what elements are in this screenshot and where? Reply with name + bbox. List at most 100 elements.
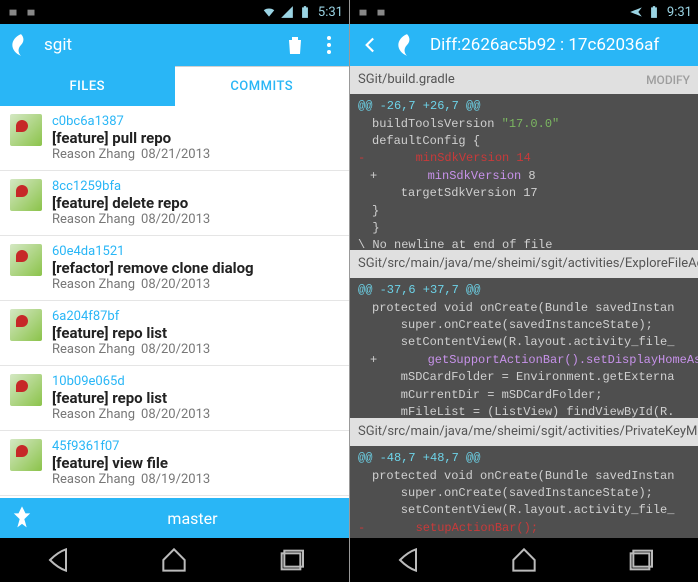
file-header[interactable]: SGit/src/main/java/me/sheimi/sgit/activi… — [350, 418, 698, 446]
signal-icon — [280, 5, 294, 19]
status-time: 5:31 — [318, 5, 343, 20]
avatar — [10, 114, 42, 146]
home-button[interactable] — [508, 544, 540, 576]
status-bar: 9:31 — [350, 0, 698, 24]
file-path: SGit/src/main/java/me/sheimi/sgit/activi… — [358, 424, 698, 440]
pin-icon[interactable] — [8, 504, 36, 532]
file-path: SGit/build.gradle — [358, 72, 646, 88]
diff-line: mSDCardFolder = Environment.getExterna — [350, 369, 698, 386]
diff-line: setContentView(R.layout.activity_file_ — [350, 502, 698, 519]
battery-icon — [298, 5, 312, 19]
status-bar: 5:31 — [0, 0, 349, 24]
battery-icon — [647, 5, 661, 19]
commit-meta: Reason Zhang08/20/2013 — [52, 407, 339, 422]
android-icon — [374, 5, 388, 19]
diff-line: } — [350, 220, 698, 237]
diff-line: defaultConfig { — [350, 133, 698, 150]
diff-line: protected void onCreate(Bundle savedInst… — [350, 300, 698, 317]
diff-line: \ No newline at end of file — [350, 237, 698, 250]
diff-screen: 9:31 Diff:2626ac5b92 : 17c62036af SGit/b… — [349, 0, 698, 582]
file-header[interactable]: SGit/build.gradleMODIFY — [350, 66, 698, 94]
nav-bar — [350, 538, 698, 582]
diff-line: protected void onCreate(Bundle savedInst… — [350, 468, 698, 485]
commit-hash: c0bc6a1387 — [52, 114, 339, 129]
diff-line: + getSupportActionBar().setDisplayHomeAs — [350, 352, 698, 369]
recents-button[interactable] — [275, 544, 307, 576]
diff-line: + minSdkVersion 8 — [350, 168, 698, 185]
diff-line: mCurrentDir = mSDCardFolder; — [350, 387, 698, 404]
hunk-header: @@ -48,7 +48,7 @@ — [350, 450, 698, 467]
commit-meta: Reason Zhang08/21/2013 — [52, 147, 339, 162]
commit-list[interactable]: c0bc6a1387[feature] pull repoReason Zhan… — [0, 106, 349, 498]
app-logo-icon[interactable] — [8, 32, 34, 58]
diff-line: mFileList = (ListView) findViewById(R. — [350, 404, 698, 418]
file-path: SGit/src/main/java/me/sheimi/sgit/activi… — [358, 256, 698, 272]
commit-hash: 8cc1259bfa — [52, 179, 339, 194]
diff-line: buildToolsVersion "17.0.0" — [350, 116, 698, 133]
diff-line: super.onCreate(savedInstanceState); — [350, 485, 698, 502]
diff-title: Diff:2626ac5b92 : 17c62036af — [430, 35, 690, 55]
avatar — [10, 309, 42, 341]
android-icon — [6, 5, 20, 19]
hunk-header: @@ -37,6 +37,7 @@ — [350, 282, 698, 299]
app-bar: sgit — [0, 24, 349, 66]
branch-name[interactable]: master — [36, 509, 349, 528]
diff-body: @@ -48,7 +48,7 @@protected void onCreate… — [350, 446, 698, 538]
commit-row[interactable]: 6a204f87bf[feature] repo listReason Zhan… — [0, 301, 349, 366]
tab-files[interactable]: FILES — [0, 66, 175, 106]
commit-hash: 45f9361f07 — [52, 439, 339, 454]
nav-bar — [0, 538, 349, 582]
commit-message: [feature] repo list — [52, 324, 339, 342]
android-icon — [356, 5, 370, 19]
status-time: 9:31 — [667, 5, 692, 20]
commit-message: [feature] pull repo — [52, 129, 339, 147]
diff-body: @@ -37,6 +37,7 @@protected void onCreate… — [350, 278, 698, 418]
commit-hash: 6a204f87bf — [52, 309, 339, 324]
avatar — [10, 244, 42, 276]
tab-commits[interactable]: COMMITS — [175, 66, 350, 106]
commit-row[interactable]: 8cc1259bfa[feature] delete repoReason Zh… — [0, 171, 349, 236]
commit-message: [refactor] remove clone dialog — [52, 259, 339, 277]
branch-bar: master — [0, 498, 349, 538]
tabs: FILES COMMITS — [0, 66, 349, 106]
app-logo-icon — [394, 32, 420, 58]
change-type: MODIFY — [646, 73, 690, 87]
commit-hash: 60e4da1521 — [52, 244, 339, 259]
diff-body: @@ -26,7 +26,7 @@buildToolsVersion "17.0… — [350, 94, 698, 250]
commit-row[interactable]: 60e4da1521[refactor] remove clone dialog… — [0, 236, 349, 301]
commit-row[interactable]: c0bc6a1387[feature] pull repoReason Zhan… — [0, 106, 349, 171]
commit-row[interactable]: 10b09e065d[feature] repo listReason Zhan… — [0, 366, 349, 431]
wifi-icon — [262, 5, 276, 19]
back-button[interactable] — [392, 544, 424, 576]
diff-line: - minSdkVersion 14 — [350, 150, 698, 167]
file-header[interactable]: SGit/src/main/java/me/sheimi/sgit/activi… — [350, 250, 698, 278]
commit-message: [feature] repo list — [52, 389, 339, 407]
commit-message: [feature] delete repo — [52, 194, 339, 212]
commit-meta: Reason Zhang08/20/2013 — [52, 277, 339, 292]
diff-line: - setupActionBar(); — [350, 520, 698, 537]
commits-screen: 5:31 sgit FILES COMMITS c0bc6a1387[featu… — [0, 0, 349, 582]
hunk-header: @@ -26,7 +26,7 @@ — [350, 98, 698, 115]
avatar — [10, 439, 42, 471]
home-button[interactable] — [158, 544, 190, 576]
airplane-icon — [629, 5, 643, 19]
commit-row[interactable]: 45f9361f07[feature] view fileReason Zhan… — [0, 431, 349, 496]
avatar — [10, 179, 42, 211]
diff-line: } — [350, 203, 698, 220]
back-icon[interactable] — [358, 32, 384, 58]
commit-meta: Reason Zhang08/20/2013 — [52, 212, 339, 227]
commit-message: [feature] view file — [52, 454, 339, 472]
overflow-menu-icon[interactable] — [317, 33, 341, 57]
back-button[interactable] — [42, 544, 74, 576]
app-bar: Diff:2626ac5b92 : 17c62036af — [350, 24, 698, 66]
delete-icon[interactable] — [283, 33, 307, 57]
diff-list[interactable]: SGit/build.gradleMODIFY@@ -26,7 +26,7 @@… — [350, 66, 698, 538]
commit-meta: Reason Zhang08/20/2013 — [52, 342, 339, 357]
app-title: sgit — [44, 35, 273, 55]
diff-line: targetSdkVersion 17 — [350, 185, 698, 202]
diff-line: super.onCreate(savedInstanceState); — [350, 317, 698, 334]
commit-meta: Reason Zhang08/19/2013 — [52, 472, 339, 487]
android-icon — [24, 5, 38, 19]
commit-hash: 10b09e065d — [52, 374, 339, 389]
recents-button[interactable] — [624, 544, 656, 576]
